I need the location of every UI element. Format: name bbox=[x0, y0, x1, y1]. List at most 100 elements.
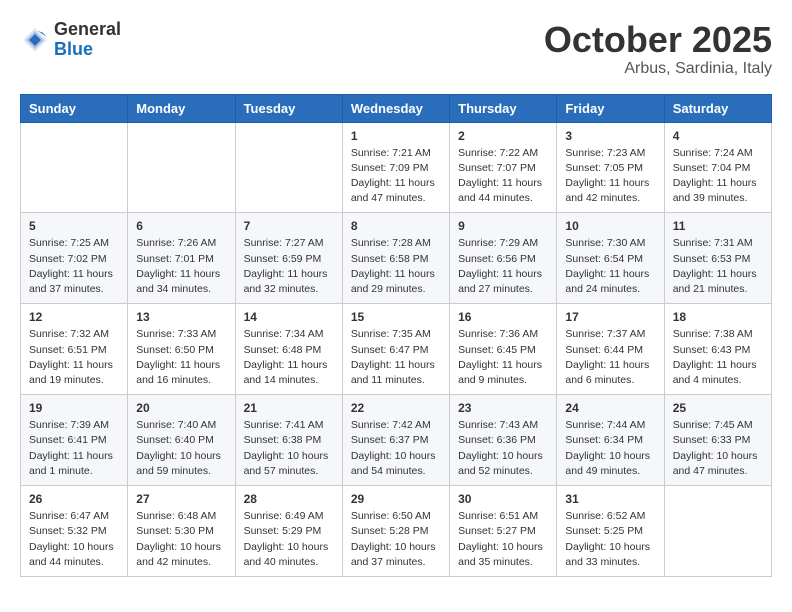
day-info: Sunrise: 7:43 AMSunset: 6:36 PMDaylight:… bbox=[458, 418, 548, 479]
day-info: Sunrise: 7:24 AMSunset: 7:04 PMDaylight:… bbox=[673, 146, 763, 207]
page-header: General Blue October 2025 Arbus, Sardini… bbox=[20, 20, 772, 78]
day-info: Sunrise: 7:33 AMSunset: 6:50 PMDaylight:… bbox=[136, 327, 226, 388]
table-row: 11 Sunrise: 7:31 AMSunset: 6:53 PMDayligh… bbox=[664, 213, 771, 304]
day-number: 5 bbox=[29, 219, 119, 233]
table-row bbox=[235, 122, 342, 213]
header-wednesday: Wednesday bbox=[342, 94, 449, 122]
day-info: Sunrise: 7:45 AMSunset: 6:33 PMDaylight:… bbox=[673, 418, 763, 479]
table-row: 24 Sunrise: 7:44 AMSunset: 6:34 PMDayligh… bbox=[557, 395, 664, 486]
table-row: 2 Sunrise: 7:22 AMSunset: 7:07 PMDaylight… bbox=[450, 122, 557, 213]
table-row: 29 Sunrise: 6:50 AMSunset: 5:28 PMDayligh… bbox=[342, 486, 449, 577]
day-number: 3 bbox=[565, 129, 655, 143]
day-number: 23 bbox=[458, 401, 548, 415]
logo-text: General Blue bbox=[54, 20, 121, 60]
header-thursday: Thursday bbox=[450, 94, 557, 122]
day-number: 29 bbox=[351, 492, 441, 506]
header-saturday: Saturday bbox=[664, 94, 771, 122]
day-info: Sunrise: 7:32 AMSunset: 6:51 PMDaylight:… bbox=[29, 327, 119, 388]
table-row: 3 Sunrise: 7:23 AMSunset: 7:05 PMDaylight… bbox=[557, 122, 664, 213]
calendar-week-3: 12Sunrise: 7:32 AMSunset: 6:51 PMDayligh… bbox=[21, 304, 772, 395]
day-info: Sunrise: 7:21 AMSunset: 7:09 PMDaylight:… bbox=[351, 146, 441, 207]
title-block: October 2025 Arbus, Sardinia, Italy bbox=[544, 20, 772, 78]
calendar-week-2: 5Sunrise: 7:25 AMSunset: 7:02 PMDaylight… bbox=[21, 213, 772, 304]
day-number: 28 bbox=[244, 492, 334, 506]
location-title: Arbus, Sardinia, Italy bbox=[544, 60, 772, 78]
table-row: 26 Sunrise: 6:47 AMSunset: 5:32 PMDayligh… bbox=[21, 486, 128, 577]
day-number: 11 bbox=[673, 219, 763, 233]
table-row: 28 Sunrise: 6:49 AMSunset: 5:29 PMDayligh… bbox=[235, 486, 342, 577]
table-row: 27 Sunrise: 6:48 AMSunset: 5:30 PMDayligh… bbox=[128, 486, 235, 577]
day-info: Sunrise: 7:42 AMSunset: 6:37 PMDaylight:… bbox=[351, 418, 441, 479]
day-info: Sunrise: 7:30 AMSunset: 6:54 PMDaylight:… bbox=[565, 236, 655, 297]
calendar-week-1: 1 Sunrise: 7:21 AMSunset: 7:09 PMDaylight… bbox=[21, 122, 772, 213]
day-info: Sunrise: 7:38 AMSunset: 6:43 PMDaylight:… bbox=[673, 327, 763, 388]
table-row: 4Sunrise: 7:24 AMSunset: 7:04 PMDaylight… bbox=[664, 122, 771, 213]
logo-general: General bbox=[54, 20, 121, 40]
day-number: 20 bbox=[136, 401, 226, 415]
day-info: Sunrise: 6:50 AMSunset: 5:28 PMDaylight:… bbox=[351, 509, 441, 570]
logo: General Blue bbox=[20, 20, 121, 60]
table-row: 5Sunrise: 7:25 AMSunset: 7:02 PMDaylight… bbox=[21, 213, 128, 304]
day-info: Sunrise: 6:48 AMSunset: 5:30 PMDaylight:… bbox=[136, 509, 226, 570]
table-row: 1 Sunrise: 7:21 AMSunset: 7:09 PMDaylight… bbox=[342, 122, 449, 213]
day-info: Sunrise: 7:23 AMSunset: 7:05 PMDaylight:… bbox=[565, 146, 655, 207]
day-info: Sunrise: 7:31 AMSunset: 6:53 PMDaylight:… bbox=[673, 236, 763, 297]
day-number: 21 bbox=[244, 401, 334, 415]
table-row: 15 Sunrise: 7:35 AMSunset: 6:47 PMDayligh… bbox=[342, 304, 449, 395]
day-number: 15 bbox=[351, 310, 441, 324]
day-number: 18 bbox=[673, 310, 763, 324]
calendar-week-5: 26 Sunrise: 6:47 AMSunset: 5:32 PMDayligh… bbox=[21, 486, 772, 577]
day-number: 22 bbox=[351, 401, 441, 415]
table-row: 7 Sunrise: 7:27 AMSunset: 6:59 PMDaylight… bbox=[235, 213, 342, 304]
table-row: 19Sunrise: 7:39 AMSunset: 6:41 PMDayligh… bbox=[21, 395, 128, 486]
day-info: Sunrise: 7:44 AMSunset: 6:34 PMDaylight:… bbox=[565, 418, 655, 479]
table-row: 17Sunrise: 7:37 AMSunset: 6:44 PMDayligh… bbox=[557, 304, 664, 395]
calendar-week-4: 19Sunrise: 7:39 AMSunset: 6:41 PMDayligh… bbox=[21, 395, 772, 486]
table-row bbox=[664, 486, 771, 577]
day-number: 27 bbox=[136, 492, 226, 506]
day-info: Sunrise: 7:39 AMSunset: 6:41 PMDaylight:… bbox=[29, 418, 119, 479]
day-number: 7 bbox=[244, 219, 334, 233]
day-number: 17 bbox=[565, 310, 655, 324]
day-number: 31 bbox=[565, 492, 655, 506]
day-info: Sunrise: 7:41 AMSunset: 6:38 PMDaylight:… bbox=[244, 418, 334, 479]
table-row: 14Sunrise: 7:34 AMSunset: 6:48 PMDayligh… bbox=[235, 304, 342, 395]
day-info: Sunrise: 7:36 AMSunset: 6:45 PMDaylight:… bbox=[458, 327, 548, 388]
day-number: 10 bbox=[565, 219, 655, 233]
table-row: 20Sunrise: 7:40 AMSunset: 6:40 PMDayligh… bbox=[128, 395, 235, 486]
calendar-table: Sunday Monday Tuesday Wednesday Thursday… bbox=[20, 94, 772, 577]
day-number: 24 bbox=[565, 401, 655, 415]
header-tuesday: Tuesday bbox=[235, 94, 342, 122]
day-number: 6 bbox=[136, 219, 226, 233]
table-row: 21 Sunrise: 7:41 AMSunset: 6:38 PMDayligh… bbox=[235, 395, 342, 486]
day-number: 13 bbox=[136, 310, 226, 324]
table-row bbox=[128, 122, 235, 213]
day-info: Sunrise: 7:35 AMSunset: 6:47 PMDaylight:… bbox=[351, 327, 441, 388]
day-number: 1 bbox=[351, 129, 441, 143]
day-info: Sunrise: 7:34 AMSunset: 6:48 PMDaylight:… bbox=[244, 327, 334, 388]
month-title: October 2025 bbox=[544, 20, 772, 60]
logo-blue: Blue bbox=[54, 40, 121, 60]
day-number: 26 bbox=[29, 492, 119, 506]
day-info: Sunrise: 6:47 AMSunset: 5:32 PMDaylight:… bbox=[29, 509, 119, 570]
day-info: Sunrise: 6:52 AMSunset: 5:25 PMDaylight:… bbox=[565, 509, 655, 570]
table-row: 12Sunrise: 7:32 AMSunset: 6:51 PMDayligh… bbox=[21, 304, 128, 395]
day-number: 9 bbox=[458, 219, 548, 233]
day-info: Sunrise: 7:27 AMSunset: 6:59 PMDaylight:… bbox=[244, 236, 334, 297]
table-row: 16Sunrise: 7:36 AMSunset: 6:45 PMDayligh… bbox=[450, 304, 557, 395]
header-friday: Friday bbox=[557, 94, 664, 122]
table-row: 22 Sunrise: 7:42 AMSunset: 6:37 PMDayligh… bbox=[342, 395, 449, 486]
day-number: 2 bbox=[458, 129, 548, 143]
header-monday: Monday bbox=[128, 94, 235, 122]
logo-icon bbox=[20, 25, 50, 55]
table-row: 6Sunrise: 7:26 AMSunset: 7:01 PMDaylight… bbox=[128, 213, 235, 304]
day-info: Sunrise: 6:49 AMSunset: 5:29 PMDaylight:… bbox=[244, 509, 334, 570]
day-info: Sunrise: 7:28 AMSunset: 6:58 PMDaylight:… bbox=[351, 236, 441, 297]
day-number: 30 bbox=[458, 492, 548, 506]
table-row: 13 Sunrise: 7:33 AMSunset: 6:50 PMDayligh… bbox=[128, 304, 235, 395]
header-sunday: Sunday bbox=[21, 94, 128, 122]
day-info: Sunrise: 7:22 AMSunset: 7:07 PMDaylight:… bbox=[458, 146, 548, 207]
table-row: 30Sunrise: 6:51 AMSunset: 5:27 PMDayligh… bbox=[450, 486, 557, 577]
table-row: 25Sunrise: 7:45 AMSunset: 6:33 PMDayligh… bbox=[664, 395, 771, 486]
table-row: 9Sunrise: 7:29 AMSunset: 6:56 PMDaylight… bbox=[450, 213, 557, 304]
